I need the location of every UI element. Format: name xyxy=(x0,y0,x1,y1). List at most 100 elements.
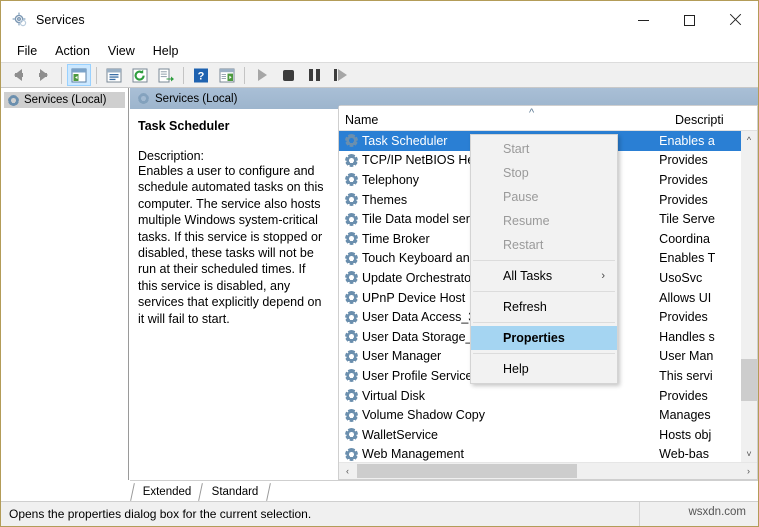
vertical-scrollbar[interactable]: ^ ˅ xyxy=(741,131,757,462)
table-row[interactable]: Web Management Web-bas xyxy=(339,445,741,463)
pause-service-button[interactable] xyxy=(302,64,326,86)
context-menu-item-resume[interactable]: Resume xyxy=(471,209,617,233)
service-description-cell: Enables T xyxy=(659,251,716,266)
forward-button[interactable] xyxy=(32,64,56,86)
services-gear-icon xyxy=(345,350,358,363)
service-description-cell: Tile Serve xyxy=(659,212,715,227)
restart-service-button[interactable] xyxy=(328,64,352,86)
detail-description-label: Description: xyxy=(138,149,204,163)
status-divider xyxy=(639,502,640,526)
context-menu-separator xyxy=(473,260,615,261)
service-description-cell: This servi xyxy=(659,368,713,383)
watermark-text: wsxdn.com xyxy=(688,506,746,518)
table-row[interactable]: WalletService Hosts obj xyxy=(339,425,741,445)
back-button[interactable] xyxy=(6,64,30,86)
services-gear-icon xyxy=(345,193,358,206)
menu-file[interactable]: File xyxy=(8,42,46,60)
refresh-icon xyxy=(132,68,148,82)
show-hide-console-tree-button[interactable] xyxy=(67,64,91,86)
caret-down-icon[interactable]: ˅ xyxy=(741,445,757,462)
services-gear-icon xyxy=(345,428,358,441)
help-button[interactable]: ? xyxy=(189,64,213,86)
menu-help[interactable]: Help xyxy=(144,42,188,60)
table-row[interactable]: Volume Shadow Copy Manages xyxy=(339,405,741,425)
minimize-button[interactable] xyxy=(620,1,666,39)
service-description-cell: UsoSvc xyxy=(659,270,703,285)
service-name-label: Time Broker xyxy=(362,231,430,246)
view-tabs: Extended Standard xyxy=(130,480,758,501)
service-name-label: Touch Keyboard and xyxy=(362,251,477,266)
column-header-name[interactable]: Name ^ xyxy=(339,106,671,130)
vertical-scrollbar-thumb[interactable] xyxy=(741,359,757,401)
show-action-pane-button[interactable] xyxy=(215,64,239,86)
context-menu-separator xyxy=(473,291,615,292)
service-description-cell: User Man xyxy=(659,349,714,364)
services-gear-icon xyxy=(345,389,358,402)
tree-node-services-local[interactable]: Services (Local) xyxy=(4,92,125,108)
service-name-label: Task Scheduler xyxy=(362,133,448,148)
caret-left-icon[interactable]: ‹ xyxy=(339,463,356,479)
context-menu-item-help[interactable]: Help xyxy=(471,357,617,381)
column-header-name-label: Name xyxy=(345,113,379,127)
stop-service-button[interactable] xyxy=(276,64,300,86)
pause-icon xyxy=(308,69,320,81)
status-bar: Opens the properties dialog box for the … xyxy=(1,501,758,526)
properties-button[interactable] xyxy=(102,64,126,86)
horizontal-scrollbar[interactable]: ‹ › xyxy=(339,462,757,479)
tree-node-label: Services (Local) xyxy=(24,94,107,106)
context-menu-item-start[interactable]: Start xyxy=(471,137,617,161)
service-description-cell: Manages xyxy=(659,408,711,423)
context-menu-item-all-tasks[interactable]: All Tasks › xyxy=(471,264,617,288)
context-menu-item-stop[interactable]: Stop xyxy=(471,161,617,185)
service-description-cell: Coordina xyxy=(659,231,710,246)
context-menu-item-all-tasks-label: All Tasks xyxy=(503,269,553,283)
caret-right-icon[interactable]: › xyxy=(740,463,757,479)
service-name-label: User Data Storage_3 xyxy=(362,329,480,344)
maximize-button[interactable] xyxy=(666,1,712,39)
services-gear-icon xyxy=(345,213,358,226)
service-name-label: TCP/IP NetBIOS Help xyxy=(362,153,485,168)
play-icon xyxy=(257,69,267,81)
window-title: Services xyxy=(36,13,85,27)
context-menu-item-pause[interactable]: Pause xyxy=(471,185,617,209)
horizontal-scrollbar-thumb[interactable] xyxy=(357,464,577,478)
services-gear-icon xyxy=(8,95,19,106)
toolbar-separator xyxy=(96,66,97,84)
start-service-button[interactable] xyxy=(250,64,274,86)
maximize-icon xyxy=(683,14,695,26)
tab-extended[interactable]: Extended xyxy=(134,481,200,502)
column-header-description[interactable]: Descripti xyxy=(671,106,741,130)
menu-bar: File Action View Help xyxy=(1,39,758,62)
context-menu: Start Stop Pause Resume Restart All Task… xyxy=(470,134,618,384)
refresh-button[interactable] xyxy=(128,64,152,86)
service-description-cell: Provides xyxy=(659,388,708,403)
service-description-cell: Provides xyxy=(659,172,708,187)
action-pane-icon xyxy=(219,68,235,82)
export-list-button[interactable] xyxy=(154,64,178,86)
service-name-label: Telephony xyxy=(362,172,419,187)
menu-view[interactable]: View xyxy=(99,42,144,60)
minimize-icon xyxy=(637,19,649,21)
table-row[interactable]: Virtual Disk Provides xyxy=(339,386,741,406)
toolbar-separator xyxy=(183,66,184,84)
service-description-cell: Web-bas xyxy=(659,447,709,462)
context-menu-item-properties[interactable]: Properties xyxy=(471,326,617,350)
close-icon xyxy=(729,14,741,26)
services-gear-icon xyxy=(345,232,358,245)
caret-up-icon[interactable]: ^ xyxy=(741,131,757,148)
close-button[interactable] xyxy=(712,1,758,39)
context-menu-item-restart[interactable]: Restart xyxy=(471,233,617,257)
forward-arrow-icon xyxy=(39,69,48,81)
menu-action[interactable]: Action xyxy=(46,42,99,60)
services-window: Services File Action View Help ? Service… xyxy=(0,0,759,527)
main-body: Services (Local) Services (Local) Task S… xyxy=(1,88,758,480)
detail-service-name: Task Scheduler xyxy=(138,119,230,133)
services-gear-icon xyxy=(345,409,358,422)
context-menu-item-refresh[interactable]: Refresh xyxy=(471,295,617,319)
console-tree-icon xyxy=(71,68,87,82)
service-description-cell: Provides xyxy=(659,310,708,325)
service-detail-pane: Task Scheduler Description: Enables a us… xyxy=(130,109,338,480)
services-gear-icon xyxy=(345,311,358,324)
services-gear-icon xyxy=(138,93,149,104)
tab-standard[interactable]: Standard xyxy=(202,481,268,502)
